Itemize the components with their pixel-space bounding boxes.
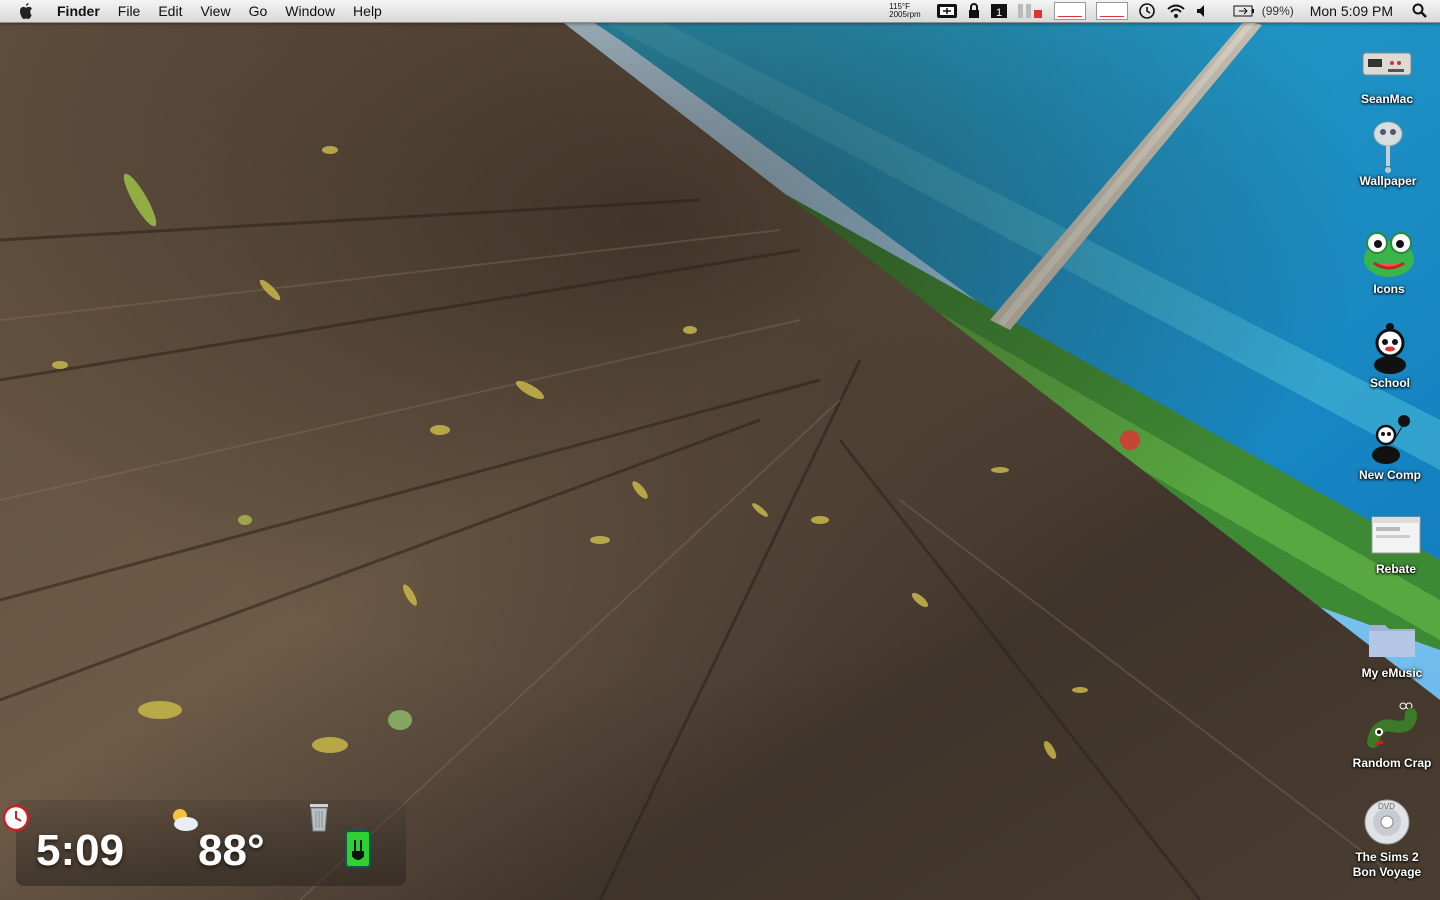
desktop-icon-icons[interactable]: Icons: [1341, 226, 1437, 297]
desktop-icon-label: The Sims 2 Bon Voyage: [1352, 850, 1422, 879]
time-machine-icon[interactable]: [1138, 0, 1156, 22]
svg-text:1: 1: [996, 7, 1002, 19]
battery-icon[interactable]: [1233, 0, 1255, 22]
wifi-icon[interactable]: [1166, 0, 1186, 22]
memory-graph-icon[interactable]: [1053, 0, 1086, 22]
menu-window[interactable]: Window: [276, 0, 344, 22]
wallpaper-folder-icon: [1360, 118, 1416, 174]
menu-file[interactable]: File: [109, 0, 150, 22]
folder-icon: [1364, 610, 1420, 666]
svg-text:DVD: DVD: [1378, 802, 1395, 811]
alarm-clock-icon[interactable]: [2, 804, 30, 837]
desktop-icon-label: School: [1369, 376, 1410, 390]
wallpaper-image: [0, 0, 1440, 900]
spotlight-icon[interactable]: [1412, 0, 1428, 22]
panda-icon: [1362, 320, 1418, 376]
balloon-icon: [1362, 412, 1418, 468]
desktop-icon-my-emusic[interactable]: My eMusic: [1344, 610, 1440, 681]
menu-edit[interactable]: Edit: [149, 0, 191, 22]
dvd-icon: DVD: [1359, 794, 1415, 850]
volume-icon[interactable]: [1196, 0, 1210, 22]
menu-go[interactable]: Go: [240, 0, 277, 22]
desktop-icon-label: My eMusic: [1361, 666, 1423, 680]
menu-view[interactable]: View: [191, 0, 239, 22]
desktop-icon-label: New Comp: [1358, 468, 1421, 482]
menu-clock[interactable]: Mon 5:09 PM: [1310, 3, 1393, 19]
desktop-icon-seanmac[interactable]: SeanMac: [1339, 36, 1435, 107]
desktop-icon-wallpaper[interactable]: Wallpaper: [1340, 118, 1436, 189]
desktop-icon-label: Icons: [1373, 282, 1405, 296]
screen-sharing-icon[interactable]: [936, 0, 958, 22]
frog-icon: [1361, 226, 1417, 282]
desktop-icon-label: Random Crap: [1352, 756, 1432, 770]
worm-icon: [1364, 700, 1420, 756]
widget-time: 5:09: [36, 826, 125, 875]
desktop-icon-sims-2[interactable]: DVD The Sims 2 Bon Voyage: [1339, 794, 1435, 880]
desktop-icon-school[interactable]: School: [1342, 320, 1438, 391]
apple-icon[interactable]: [14, 0, 36, 22]
desktop-icon-label: SeanMac: [1360, 92, 1414, 106]
fan-speed-text: 2005rpm: [889, 10, 921, 19]
partly-sunny-icon: [168, 806, 200, 839]
desktop-wallpaper: [0, 0, 1440, 900]
trash-icon[interactable]: [308, 802, 330, 837]
battery-percent[interactable]: (99%): [1262, 4, 1294, 18]
menu-help[interactable]: Help: [344, 0, 391, 22]
cpu-monitor-icon[interactable]: [1017, 0, 1044, 22]
battery-charging-icon: [343, 826, 373, 875]
stats-icon[interactable]: 1: [990, 0, 1008, 22]
network-graph-icon[interactable]: [1095, 0, 1128, 22]
hard-drive-icon: [1359, 36, 1415, 92]
desktop-icon-rebate[interactable]: Rebate: [1348, 506, 1440, 577]
menu-finder[interactable]: Finder: [48, 0, 109, 22]
lock-icon[interactable]: [968, 0, 980, 22]
menu-bar: Finder File Edit View Go Window Help 115…: [0, 0, 1440, 23]
desktop-icon-new-comp[interactable]: New Comp: [1342, 412, 1438, 483]
menu-extras: 115°F 2005rpm 1 (99%) Mon 5:09 PM: [889, 0, 1440, 22]
window-icon: [1368, 506, 1424, 562]
desktop-icon-random-crap[interactable]: Random Crap: [1344, 700, 1440, 771]
desktop-icon-label: Rebate: [1375, 562, 1416, 576]
temperature-readout[interactable]: 115°F 2005rpm: [889, 3, 921, 19]
widget-temperature: 88°: [198, 826, 265, 875]
desktop-icon-label: Wallpaper: [1359, 174, 1417, 188]
